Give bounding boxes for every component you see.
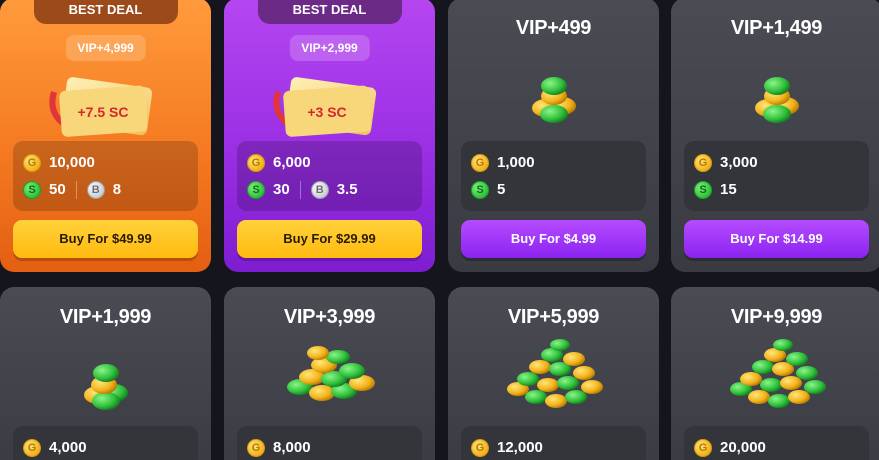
vip-points-title: VIP+9,999 <box>730 306 823 328</box>
package-contents: G 8,000 <box>237 426 422 460</box>
sweeps-coin-icon: S <box>471 180 489 199</box>
silver-coin-icon: B <box>310 180 329 199</box>
gold-coin-row: G 8,000 <box>247 434 412 460</box>
sweeps-coin-row: S 50 B 8 <box>23 176 188 203</box>
sweeps-coin-icon: S <box>23 180 41 199</box>
coin-stack-icon <box>531 77 576 123</box>
coin-stack-icon <box>754 77 799 123</box>
gold-coin-icon: G <box>694 153 712 172</box>
gold-coin-icon: G <box>247 153 265 172</box>
sweeps-amount: 5 <box>497 181 506 198</box>
sweeps-coin-icon: S <box>247 180 265 199</box>
gold-coin-row: G 10,000 <box>23 149 188 176</box>
bonus-ticket-icon: +3 SC <box>272 77 376 137</box>
gold-amount: 8,000 <box>273 439 311 456</box>
buy-button[interactable]: Buy For $4.99 <box>461 220 646 258</box>
gold-coin-row: G 20,000 <box>694 434 859 460</box>
package-contents: G 10,000 S 50 B 8 <box>13 141 198 211</box>
sweeps-coin-row: S 15 <box>694 176 859 203</box>
gold-coin-icon: G <box>247 438 265 457</box>
sweeps-amount: 15 <box>720 181 737 198</box>
ticket-label: +7.5 SC <box>77 104 128 120</box>
gold-coin-row: G 4,000 <box>23 434 188 460</box>
silver-coin-icon: B <box>86 180 105 199</box>
buy-button[interactable]: Buy For $14.99 <box>684 220 869 258</box>
gold-amount: 1,000 <box>497 154 535 171</box>
bonus-amount: 3.5 <box>336 181 358 198</box>
ticket-label: +3 SC <box>307 104 346 120</box>
gold-amount: 3,000 <box>720 154 758 171</box>
vip-points-title: VIP+3,999 <box>283 306 376 328</box>
gold-amount: 6,000 <box>273 154 311 171</box>
gold-amount: 12,000 <box>497 439 543 456</box>
coin-pile-icon <box>729 339 826 408</box>
package-contents: G 1,000 S 5 <box>461 141 646 211</box>
gold-amount: 4,000 <box>49 439 87 456</box>
package-contents: G 12,000 <box>461 426 646 460</box>
buy-button[interactable]: Buy For $49.99 <box>13 220 198 258</box>
divider <box>299 180 301 199</box>
gold-coin-icon: G <box>23 153 41 172</box>
buy-button[interactable]: Buy For $29.99 <box>237 220 422 258</box>
package-card: VIP+3,999 G 8,000 <box>224 287 435 460</box>
package-contents: G 6,000 S 30 B 3.5 <box>237 141 422 211</box>
package-card: BEST DEAL VIP+4,999 +7.5 SC G 10,000 S 5… <box>0 0 211 272</box>
package-contents: G 4,000 <box>13 426 198 460</box>
gold-coin-row: G 12,000 <box>471 434 636 460</box>
gold-coin-row: G 1,000 <box>471 149 636 176</box>
bonus-ticket-icon: +7.5 SC <box>48 77 152 137</box>
coin-pile-icon <box>286 346 375 401</box>
best-deal-badge: BEST DEAL <box>257 0 402 24</box>
vip-points-title: VIP+1,999 <box>59 306 152 328</box>
gold-amount: 20,000 <box>720 439 766 456</box>
coin-pile-icon <box>506 339 603 408</box>
sweeps-coin-row: S 30 B 3.5 <box>247 176 412 203</box>
gold-coin-icon: G <box>471 153 489 172</box>
gold-amount: 10,000 <box>49 154 95 171</box>
package-card: VIP+5,999 G 12,000 <box>448 287 659 460</box>
package-contents: G 3,000 S 15 <box>684 141 869 211</box>
gold-coin-icon: G <box>23 438 41 457</box>
gold-coin-icon: G <box>471 438 489 457</box>
sweeps-coin-icon: S <box>694 180 712 199</box>
sweeps-amount: 50 <box>49 181 66 198</box>
vip-points-pill: VIP+4,999 <box>65 35 146 61</box>
bonus-amount: 8 <box>112 181 122 198</box>
sweeps-coin-row: S 5 <box>471 176 636 203</box>
package-contents: G 20,000 <box>684 426 869 460</box>
vip-points-title: VIP+499 <box>515 17 592 39</box>
package-card: VIP+1,999 G 4,000 <box>0 287 211 460</box>
package-card: BEST DEAL VIP+2,999 +3 SC G 6,000 S 30 B… <box>224 0 435 272</box>
divider <box>75 180 77 199</box>
gold-coin-row: G 6,000 <box>247 149 412 176</box>
vip-points-title: VIP+1,499 <box>730 17 823 39</box>
gold-coin-row: G 3,000 <box>694 149 859 176</box>
gold-coin-icon: G <box>694 438 712 457</box>
coin-stack-icon <box>83 364 128 410</box>
best-deal-badge: BEST DEAL <box>33 0 178 24</box>
package-card: VIP+499 G 1,000 S 5 Buy For $4.99 <box>448 0 659 272</box>
package-card: VIP+1,499 G 3,000 S 15 Buy For $14.99 <box>671 0 879 272</box>
vip-points-title: VIP+5,999 <box>507 306 600 328</box>
package-card: VIP+9,999 G 20,000 <box>671 287 879 460</box>
sweeps-amount: 30 <box>273 181 290 198</box>
vip-points-pill: VIP+2,999 <box>289 35 370 61</box>
